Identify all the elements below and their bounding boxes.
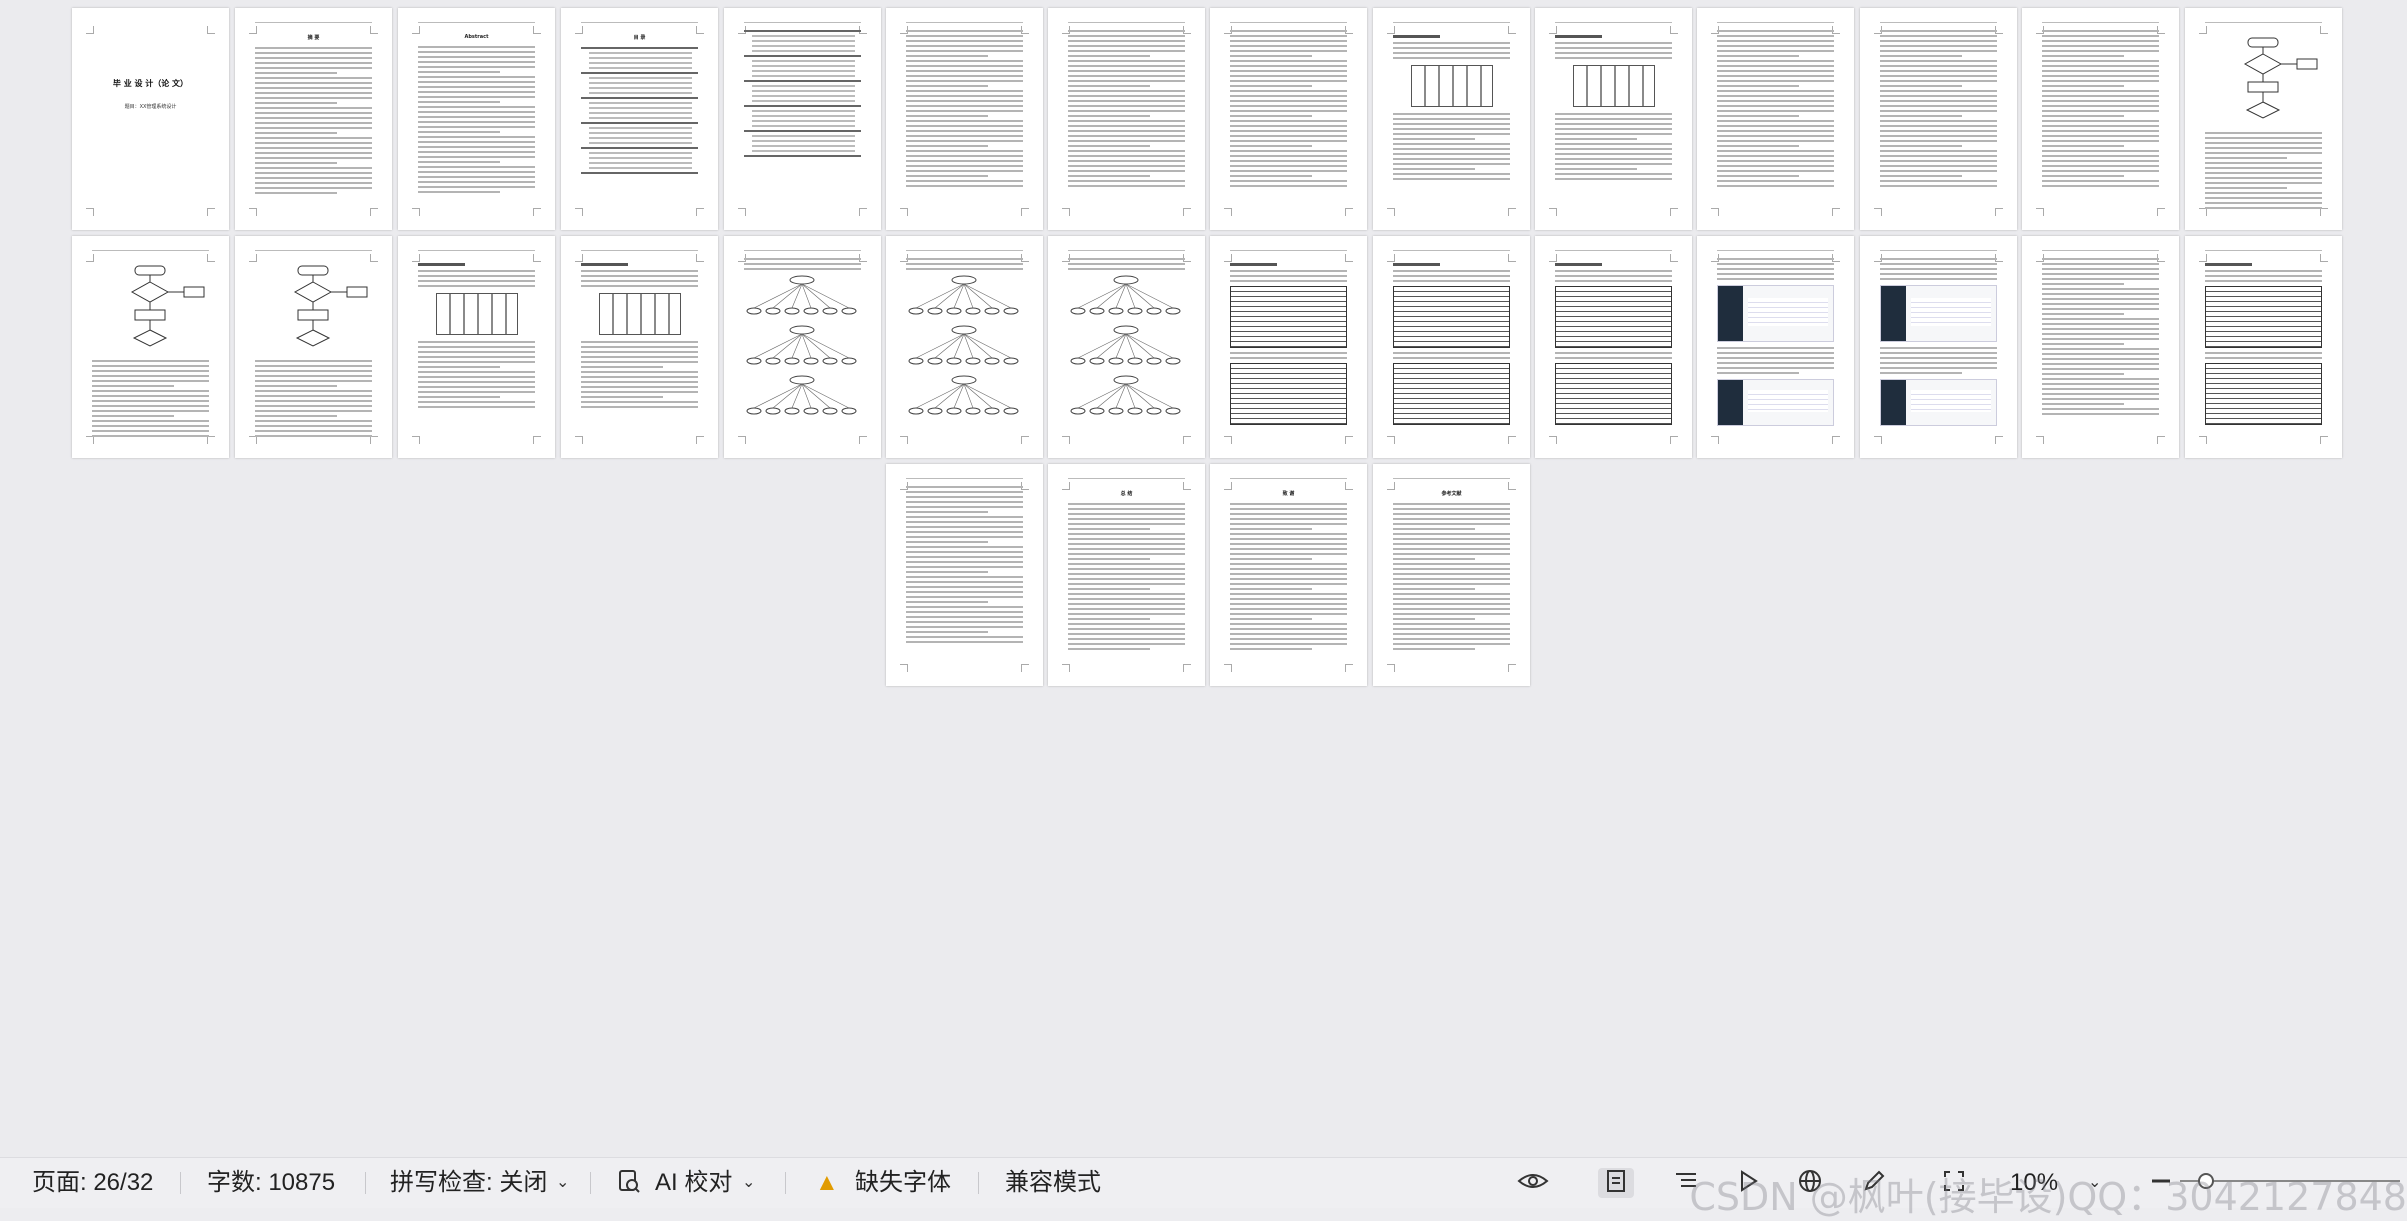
warning-icon: ▲ <box>815 1169 839 1196</box>
document-page-thumbnail[interactable] <box>1210 8 1367 230</box>
document-page-thumbnail[interactable] <box>1210 236 1367 458</box>
page-heading: 目 录 <box>633 35 646 41</box>
document-page-thumbnail[interactable] <box>235 236 392 458</box>
document-page-thumbnail[interactable] <box>886 464 1043 686</box>
page-heading: 参考文献 <box>1441 491 1462 497</box>
separator <box>180 1172 181 1194</box>
document-page-thumbnail[interactable] <box>398 236 555 458</box>
spell-check-toggle[interactable]: 拼写检查: 关闭 <box>390 1168 547 1198</box>
document-page-thumbnail[interactable] <box>724 8 881 230</box>
separator <box>785 1172 786 1194</box>
chevron-down-icon[interactable]: ⌄ <box>742 1168 755 1198</box>
page-heading: 致 谢 <box>1282 491 1295 497</box>
missing-font-button[interactable]: 缺失字体 <box>855 1168 951 1198</box>
document-page-thumbnail[interactable] <box>1048 8 1205 230</box>
document-page-thumbnail[interactable]: 目 录 <box>561 8 718 230</box>
document-page-thumbnail[interactable] <box>1373 236 1530 458</box>
eye-icon[interactable] <box>1515 1168 1551 1198</box>
document-page-thumbnail[interactable]: Abstract <box>398 8 555 230</box>
cover-subtitle: 题目：XX管理系统设计 <box>124 104 177 110</box>
status-bar: 页面: 26/32 字数: 10875 拼写检查: 关闭 ⌄ AI 校对 ⌄ ▲… <box>0 1157 2407 1219</box>
document-page-thumbnail[interactable] <box>1048 236 1205 458</box>
page-heading: 总 结 <box>1120 491 1133 497</box>
chevron-down-icon[interactable]: ⌄ <box>556 1168 569 1198</box>
document-page-thumbnail[interactable] <box>886 8 1043 230</box>
document-page-thumbnail[interactable] <box>72 236 229 458</box>
document-page-thumbnail[interactable]: 摘 要 <box>235 8 392 230</box>
ai-check-icon[interactable] <box>614 1168 644 1198</box>
compat-mode-label[interactable]: 兼容模式 <box>1005 1168 1101 1198</box>
document-page-thumbnail[interactable] <box>561 236 718 458</box>
page-view-icon[interactable] <box>1598 1168 1634 1198</box>
document-page-thumbnail[interactable] <box>2022 8 2179 230</box>
document-page-thumbnail[interactable] <box>2185 8 2342 230</box>
document-page-thumbnail[interactable] <box>1860 236 2017 458</box>
document-page-thumbnail[interactable]: 毕 业 设 计（论 文） 题目：XX管理系统设计 <box>72 8 229 230</box>
separator <box>590 1172 591 1194</box>
separator <box>365 1172 366 1194</box>
watermark: CSDN @枫叶(接毕设)QQ：3042127848 <box>1689 1175 2407 1219</box>
document-page-thumbnail[interactable] <box>1373 8 1530 230</box>
document-page-thumbnail[interactable] <box>2185 236 2342 458</box>
document-page-thumbnail[interactable]: 致 谢 <box>1210 464 1367 686</box>
page-heading: Abstract <box>464 34 489 40</box>
document-page-thumbnail[interactable] <box>1535 8 1692 230</box>
document-page-thumbnail[interactable] <box>724 236 881 458</box>
document-page-thumbnail[interactable] <box>1697 236 1854 458</box>
document-page-thumbnail[interactable]: 参考文献 <box>1373 464 1530 686</box>
word-count[interactable]: 字数: 10875 <box>207 1168 335 1198</box>
document-page-thumbnail[interactable] <box>886 236 1043 458</box>
document-workspace[interactable]: 毕 业 设 计（论 文） 题目：XX管理系统设计 摘 要 Abstract 目 录总 结… <box>0 0 2407 1157</box>
document-page-thumbnail[interactable]: 总 结 <box>1048 464 1205 686</box>
page-heading: 摘 要 <box>307 35 320 41</box>
document-page-thumbnail[interactable] <box>2022 236 2179 458</box>
document-page-thumbnail[interactable] <box>1860 8 2017 230</box>
cover-title: 毕 业 设 计（论 文） <box>112 79 189 88</box>
document-page-thumbnail[interactable] <box>1697 8 1854 230</box>
ai-proofread-button[interactable]: AI 校对 <box>655 1168 732 1198</box>
document-page-thumbnail[interactable] <box>1535 236 1692 458</box>
page-count[interactable]: 页面: 26/32 <box>32 1168 153 1198</box>
separator <box>978 1172 979 1194</box>
